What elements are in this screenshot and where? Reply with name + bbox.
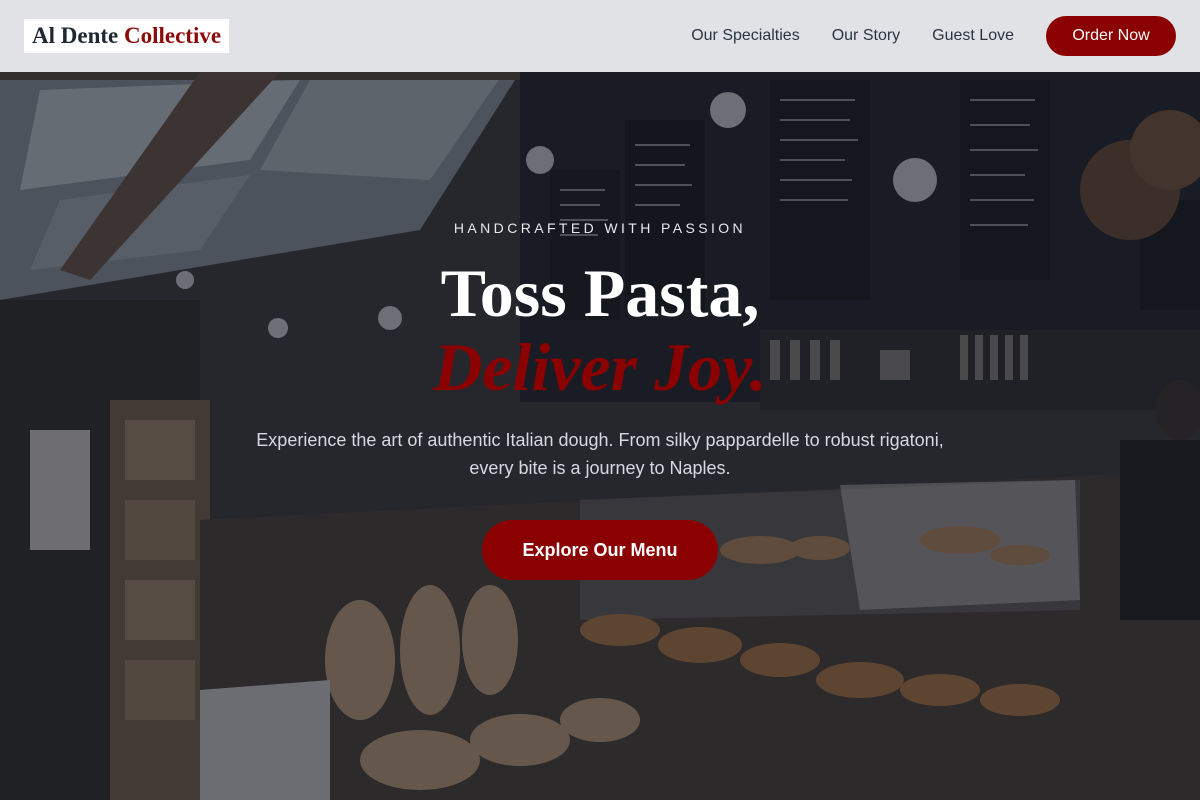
nav-link-our-story[interactable]: Our Story	[832, 27, 900, 45]
hero-description: Experience the art of authentic Italian …	[256, 430, 944, 478]
nav-link-specialties[interactable]: Our Specialties	[691, 27, 800, 45]
hero-headline-line2: Deliver Joy.	[433, 329, 767, 405]
top-navbar: Al Dente Collective Our Specialties Our …	[0, 0, 1200, 72]
explore-menu-button[interactable]: Explore Our Menu	[482, 520, 718, 580]
hero-headline-line1: Toss Pasta,	[440, 255, 760, 331]
hero-content: HANDCRAFTED WITH PASSION Toss Pasta, Del…	[0, 0, 1200, 800]
order-now-button[interactable]: Order Now	[1046, 16, 1176, 56]
brand-name-main: Al Dente	[32, 23, 119, 48]
hero-eyebrow: HANDCRAFTED WITH PASSION	[453, 220, 747, 236]
nav-link-guest-love[interactable]: Guest Love	[932, 27, 1014, 45]
brand-logo[interactable]: Al Dente Collective	[24, 19, 230, 53]
nav-links: Our Specialties Our Story Guest Love Ord…	[659, 16, 1176, 56]
brand-name-accent: Collective	[123, 23, 222, 48]
